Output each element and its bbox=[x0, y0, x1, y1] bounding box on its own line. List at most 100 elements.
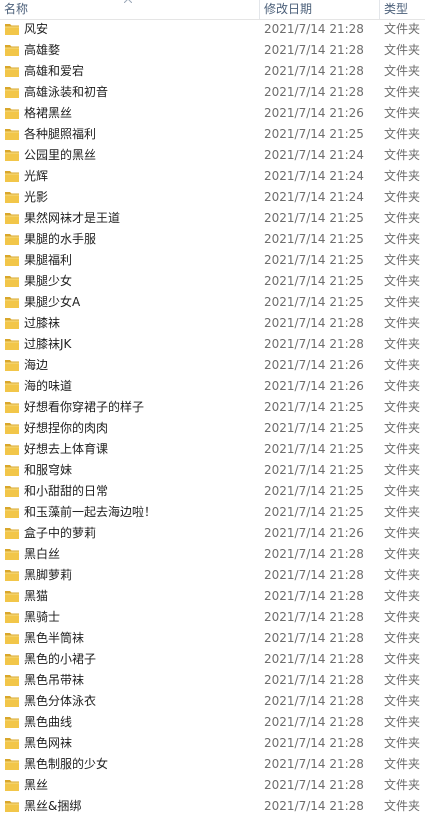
file-date-modified: 2021/7/14 21:24 bbox=[264, 148, 364, 162]
list-item[interactable]: 果腿少女A 2021/7/14 21:25 文件夹 bbox=[0, 292, 425, 313]
folder-icon bbox=[4, 337, 20, 351]
file-date-modified: 2021/7/14 21:28 bbox=[264, 631, 364, 645]
list-item[interactable]: 黑猫 2021/7/14 21:28 文件夹 bbox=[0, 586, 425, 607]
list-item[interactable]: 光影 2021/7/14 21:24 文件夹 bbox=[0, 187, 425, 208]
list-item[interactable]: 黑色网袜 2021/7/14 21:28 文件夹 bbox=[0, 733, 425, 754]
list-item[interactable]: 和服穹妹 2021/7/14 21:25 文件夹 bbox=[0, 460, 425, 481]
list-item[interactable]: 黑丝&捆绑 2021/7/14 21:28 文件夹 bbox=[0, 796, 425, 817]
file-date-modified: 2021/7/14 21:28 bbox=[264, 694, 364, 708]
list-item[interactable]: 过膝袜JK 2021/7/14 21:28 文件夹 bbox=[0, 334, 425, 355]
file-name: 格裙黑丝 bbox=[24, 106, 73, 120]
file-name: 黑丝&捆绑 bbox=[24, 799, 82, 813]
list-item[interactable]: 各种腿照福利 2021/7/14 21:25 文件夹 bbox=[0, 124, 425, 145]
file-name: 和玉藻前一起去海边啦！ bbox=[24, 505, 157, 519]
file-date-modified: 2021/7/14 21:25 bbox=[264, 463, 364, 477]
file-type: 文件夹 bbox=[384, 379, 421, 393]
file-date-modified: 2021/7/14 21:28 bbox=[264, 316, 364, 330]
folder-icon bbox=[4, 778, 20, 792]
folder-icon bbox=[4, 547, 20, 561]
list-item[interactable]: 黑色的小裙子 2021/7/14 21:28 文件夹 bbox=[0, 649, 425, 670]
list-item[interactable]: 高雄和爱宕 2021/7/14 21:28 文件夹 bbox=[0, 61, 425, 82]
column-divider[interactable] bbox=[379, 0, 380, 19]
column-divider[interactable] bbox=[259, 0, 260, 19]
file-name: 黑色分体泳衣 bbox=[24, 694, 97, 708]
file-date-modified: 2021/7/14 21:24 bbox=[264, 190, 364, 204]
file-name: 黑色吊带袜 bbox=[24, 673, 85, 687]
list-item[interactable]: 高雄婺 2021/7/14 21:28 文件夹 bbox=[0, 40, 425, 61]
file-name: 果腿的水手服 bbox=[24, 232, 97, 246]
list-item[interactable]: 黑色制服的少女 2021/7/14 21:28 文件夹 bbox=[0, 754, 425, 775]
list-item[interactable]: 黑色曲线 2021/7/14 21:28 文件夹 bbox=[0, 712, 425, 733]
file-date-modified: 2021/7/14 21:25 bbox=[264, 127, 364, 141]
list-item[interactable]: 海的味道 2021/7/14 21:26 文件夹 bbox=[0, 376, 425, 397]
file-type: 文件夹 bbox=[384, 169, 421, 183]
list-item[interactable]: 公园里的黑丝 2021/7/14 21:24 文件夹 bbox=[0, 145, 425, 166]
list-item[interactable]: 光辉 2021/7/14 21:24 文件夹 bbox=[0, 166, 425, 187]
folder-icon bbox=[4, 610, 20, 624]
list-item[interactable]: 黑脚萝莉 2021/7/14 21:28 文件夹 bbox=[0, 565, 425, 586]
list-item[interactable]: 盒子中的萝莉 2021/7/14 21:26 文件夹 bbox=[0, 523, 425, 544]
list-item[interactable]: 好想去上体育课 2021/7/14 21:25 文件夹 bbox=[0, 439, 425, 460]
folder-icon bbox=[4, 526, 20, 540]
file-name: 过膝袜JK bbox=[24, 337, 72, 351]
file-type: 文件夹 bbox=[384, 652, 421, 666]
file-date-modified: 2021/7/14 21:28 bbox=[264, 673, 364, 687]
folder-icon bbox=[4, 463, 20, 477]
list-item[interactable]: 好想捏你的肉肉 2021/7/14 21:25 文件夹 bbox=[0, 418, 425, 439]
folder-icon bbox=[4, 736, 20, 750]
folder-icon bbox=[4, 190, 20, 204]
file-type: 文件夹 bbox=[384, 232, 421, 246]
column-header-date-modified[interactable]: 修改日期 bbox=[264, 2, 312, 17]
list-item[interactable]: 格裙黑丝 2021/7/14 21:26 文件夹 bbox=[0, 103, 425, 124]
file-list: 风安 2021/7/14 21:28 文件夹 高雄婺 2021/7/14 21:28 文件… bbox=[0, 19, 425, 817]
list-item[interactable]: 高雄泳装和初音 2021/7/14 21:28 文件夹 bbox=[0, 82, 425, 103]
file-date-modified: 2021/7/14 21:26 bbox=[264, 358, 364, 372]
list-item[interactable]: 黑色分体泳衣 2021/7/14 21:28 文件夹 bbox=[0, 691, 425, 712]
list-item[interactable]: 果然网袜才是王道 2021/7/14 21:25 文件夹 bbox=[0, 208, 425, 229]
file-name: 黑色曲线 bbox=[24, 715, 73, 729]
folder-icon bbox=[4, 253, 20, 267]
file-type: 文件夹 bbox=[384, 400, 421, 414]
file-type: 文件夹 bbox=[384, 64, 421, 78]
list-item[interactable]: 黑丝 2021/7/14 21:28 文件夹 bbox=[0, 775, 425, 796]
file-date-modified: 2021/7/14 21:25 bbox=[264, 232, 364, 246]
list-item[interactable]: 过膝袜 2021/7/14 21:28 文件夹 bbox=[0, 313, 425, 334]
file-type: 文件夹 bbox=[384, 484, 421, 498]
folder-icon bbox=[4, 799, 20, 813]
file-name: 海边 bbox=[24, 358, 49, 372]
file-date-modified: 2021/7/14 21:28 bbox=[264, 589, 364, 603]
file-date-modified: 2021/7/14 21:28 bbox=[264, 610, 364, 624]
folder-icon bbox=[4, 358, 20, 372]
folder-icon bbox=[4, 505, 20, 519]
file-name: 果腿福利 bbox=[24, 253, 73, 267]
list-item[interactable]: 海边 2021/7/14 21:26 文件夹 bbox=[0, 355, 425, 376]
list-item[interactable]: 黑白丝 2021/7/14 21:28 文件夹 bbox=[0, 544, 425, 565]
list-item[interactable]: 黑色吊带袜 2021/7/14 21:28 文件夹 bbox=[0, 670, 425, 691]
list-item[interactable]: 和玉藻前一起去海边啦！ 2021/7/14 21:25 文件夹 bbox=[0, 502, 425, 523]
file-name: 各种腿照福利 bbox=[24, 127, 97, 141]
file-name: 和服穹妹 bbox=[24, 463, 73, 477]
file-date-modified: 2021/7/14 21:25 bbox=[264, 421, 364, 435]
folder-icon bbox=[4, 715, 20, 729]
list-item[interactable]: 风安 2021/7/14 21:28 文件夹 bbox=[0, 19, 425, 40]
column-header-type[interactable]: 类型 bbox=[384, 2, 408, 17]
list-item[interactable]: 好想看你穿裙子的样子 2021/7/14 21:25 文件夹 bbox=[0, 397, 425, 418]
file-date-modified: 2021/7/14 21:28 bbox=[264, 337, 364, 351]
file-type: 文件夹 bbox=[384, 337, 421, 351]
list-item[interactable]: 黑色半筒袜 2021/7/14 21:28 文件夹 bbox=[0, 628, 425, 649]
file-date-modified: 2021/7/14 21:28 bbox=[264, 736, 364, 750]
file-name: 果腿少女 bbox=[24, 274, 73, 288]
file-date-modified: 2021/7/14 21:25 bbox=[264, 253, 364, 267]
list-item[interactable]: 黑骑士 2021/7/14 21:28 文件夹 bbox=[0, 607, 425, 628]
file-type: 文件夹 bbox=[384, 631, 421, 645]
file-name: 好想去上体育课 bbox=[24, 442, 109, 456]
list-item[interactable]: 果腿福利 2021/7/14 21:25 文件夹 bbox=[0, 250, 425, 271]
column-header-name[interactable]: 名称 bbox=[4, 2, 28, 17]
file-type: 文件夹 bbox=[384, 22, 421, 36]
file-date-modified: 2021/7/14 21:28 bbox=[264, 568, 364, 582]
file-name: 高雄婺 bbox=[24, 43, 61, 57]
list-item[interactable]: 和小甜甜的日常 2021/7/14 21:25 文件夹 bbox=[0, 481, 425, 502]
list-item[interactable]: 果腿的水手服 2021/7/14 21:25 文件夹 bbox=[0, 229, 425, 250]
file-type: 文件夹 bbox=[384, 463, 421, 477]
list-item[interactable]: 果腿少女 2021/7/14 21:25 文件夹 bbox=[0, 271, 425, 292]
